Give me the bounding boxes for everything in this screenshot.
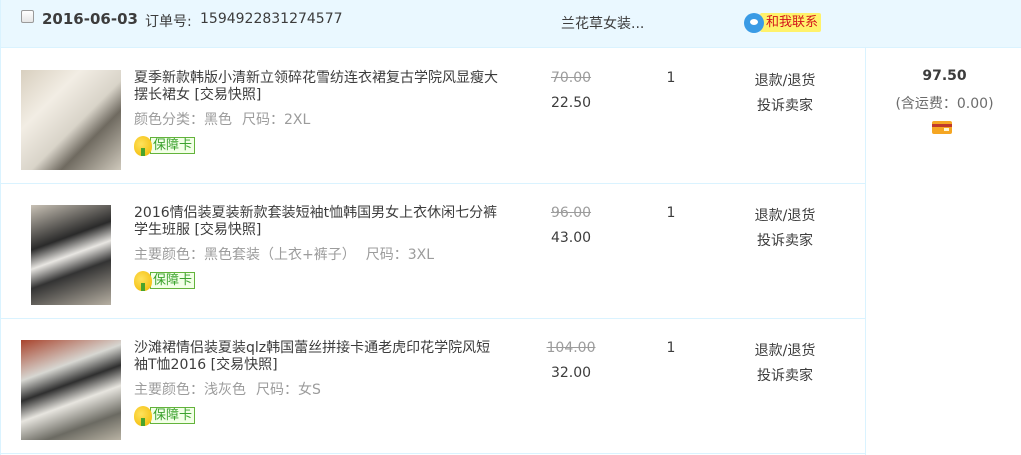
sku-color: 主要颜色：浅灰色 xyxy=(134,382,246,398)
order-header: 2016-06-03 订单号: 1594922831274577 兰花草女装..… xyxy=(1,0,1021,48)
unit-price: 22.50 xyxy=(550,95,592,111)
sku-color: 主要颜色：黑色套装（上衣+裤子） xyxy=(134,247,356,263)
chat-bubble-icon xyxy=(744,12,764,33)
product-thumbnail[interactable] xyxy=(21,70,121,170)
guarantee-card-label: 保障卡 xyxy=(150,407,196,424)
product-title-link[interactable]: 沙滩裙情侣装夏装qlz韩国蕾丝拼接卡通老虎印花学院风短袖T恤2016 xyxy=(134,340,490,373)
product-sku: 主要颜色：黑色套装（上衣+裤子） 尺码：3XL xyxy=(134,244,434,264)
shipping-fee: (含运费：0.00) xyxy=(895,96,994,112)
product-title: 2016情侣装夏装新款套装短袖t恤韩国男女上衣休闲七分裤学生班服 [交易快照] xyxy=(134,205,504,239)
order-item-row: 沙滩裙情侣装夏装qlz韩国蕾丝拼接卡通老虎印花学院风短袖T恤2016 [交易快照… xyxy=(1,318,865,454)
product-title-link[interactable]: 夏季新款韩版小清新立领碎花雪纺连衣裙复古学院风显瘦大摆长裙女 xyxy=(134,70,498,103)
product-title-link[interactable]: 2016情侣装夏装新款套装短袖t恤韩国男女上衣休闲七分裤学生班服 xyxy=(134,205,497,238)
quantity: 1 xyxy=(666,340,676,356)
order-number-label: 订单号: xyxy=(145,14,192,30)
contact-seller-label: 和我联系 xyxy=(760,13,822,32)
complain-seller-link[interactable]: 投诉卖家 xyxy=(745,230,825,250)
original-price: 70.00 xyxy=(550,70,592,86)
guarantee-shield-icon xyxy=(134,405,152,426)
refund-return-link[interactable]: 退款/退货 xyxy=(745,205,825,225)
order-number: 1594922831274577 xyxy=(200,11,343,27)
guarantee-card-label: 保障卡 xyxy=(150,137,196,154)
product-title: 夏季新款韩版小清新立领碎花雪纺连衣裙复古学院风显瘦大摆长裙女 [交易快照] xyxy=(134,70,504,104)
order-date: 2016-06-03 xyxy=(42,10,138,28)
order-item-row: 2016情侣装夏装新款套装短袖t恤韩国男女上衣休闲七分裤学生班服 [交易快照] … xyxy=(1,183,865,319)
order-total-column: 97.50 (含运费：0.00) xyxy=(865,48,1021,455)
order-card: 2016-06-03 订单号: 1594922831274577 兰花草女装..… xyxy=(0,0,1021,455)
order-total-amount: 97.50 xyxy=(922,68,967,84)
product-thumbnail[interactable] xyxy=(31,205,111,305)
sku-size: 尺码：女S xyxy=(256,382,321,398)
quantity: 1 xyxy=(666,70,676,86)
shop-name-link[interactable]: 兰花草女装... xyxy=(561,13,644,33)
guarantee-card-badge[interactable]: 保障卡 xyxy=(134,405,196,426)
sku-size: 尺码：2XL xyxy=(242,112,311,128)
sku-color: 颜色分类：黑色 xyxy=(134,112,232,128)
product-thumbnail[interactable] xyxy=(21,340,121,440)
complain-seller-link[interactable]: 投诉卖家 xyxy=(745,95,825,115)
order-select-checkbox[interactable] xyxy=(21,10,34,23)
guarantee-shield-icon xyxy=(134,135,152,156)
complain-seller-link[interactable]: 投诉卖家 xyxy=(745,365,825,385)
original-price: 104.00 xyxy=(546,340,596,356)
unit-price: 43.00 xyxy=(550,230,592,246)
order-item-row: 夏季新款韩版小清新立领碎花雪纺连衣裙复古学院风显瘦大摆长裙女 [交易快照] 颜色… xyxy=(1,48,865,184)
credit-card-icon[interactable] xyxy=(932,121,952,134)
original-price: 96.00 xyxy=(550,205,592,221)
refund-return-link[interactable]: 退款/退货 xyxy=(745,340,825,360)
guarantee-card-badge[interactable]: 保障卡 xyxy=(134,135,196,156)
sku-size: 尺码：3XL xyxy=(365,247,435,263)
guarantee-card-badge[interactable]: 保障卡 xyxy=(134,270,196,291)
quantity: 1 xyxy=(666,205,676,221)
product-title: 沙滩裙情侣装夏装qlz韩国蕾丝拼接卡通老虎印花学院风短袖T恤2016 [交易快照… xyxy=(134,340,504,374)
trade-snapshot-link[interactable]: [交易快照] xyxy=(194,222,261,238)
product-sku: 颜色分类：黑色 尺码：2XL xyxy=(134,109,310,129)
contact-seller-button[interactable]: 和我联系 xyxy=(744,12,822,33)
product-sku: 主要颜色：浅灰色 尺码：女S xyxy=(134,379,321,399)
trade-snapshot-link[interactable]: [交易快照] xyxy=(211,357,278,373)
unit-price: 32.00 xyxy=(550,365,592,381)
refund-return-link[interactable]: 退款/退货 xyxy=(745,70,825,90)
guarantee-card-label: 保障卡 xyxy=(150,272,196,289)
trade-snapshot-link[interactable]: [交易快照] xyxy=(194,87,261,103)
guarantee-shield-icon xyxy=(134,270,152,291)
